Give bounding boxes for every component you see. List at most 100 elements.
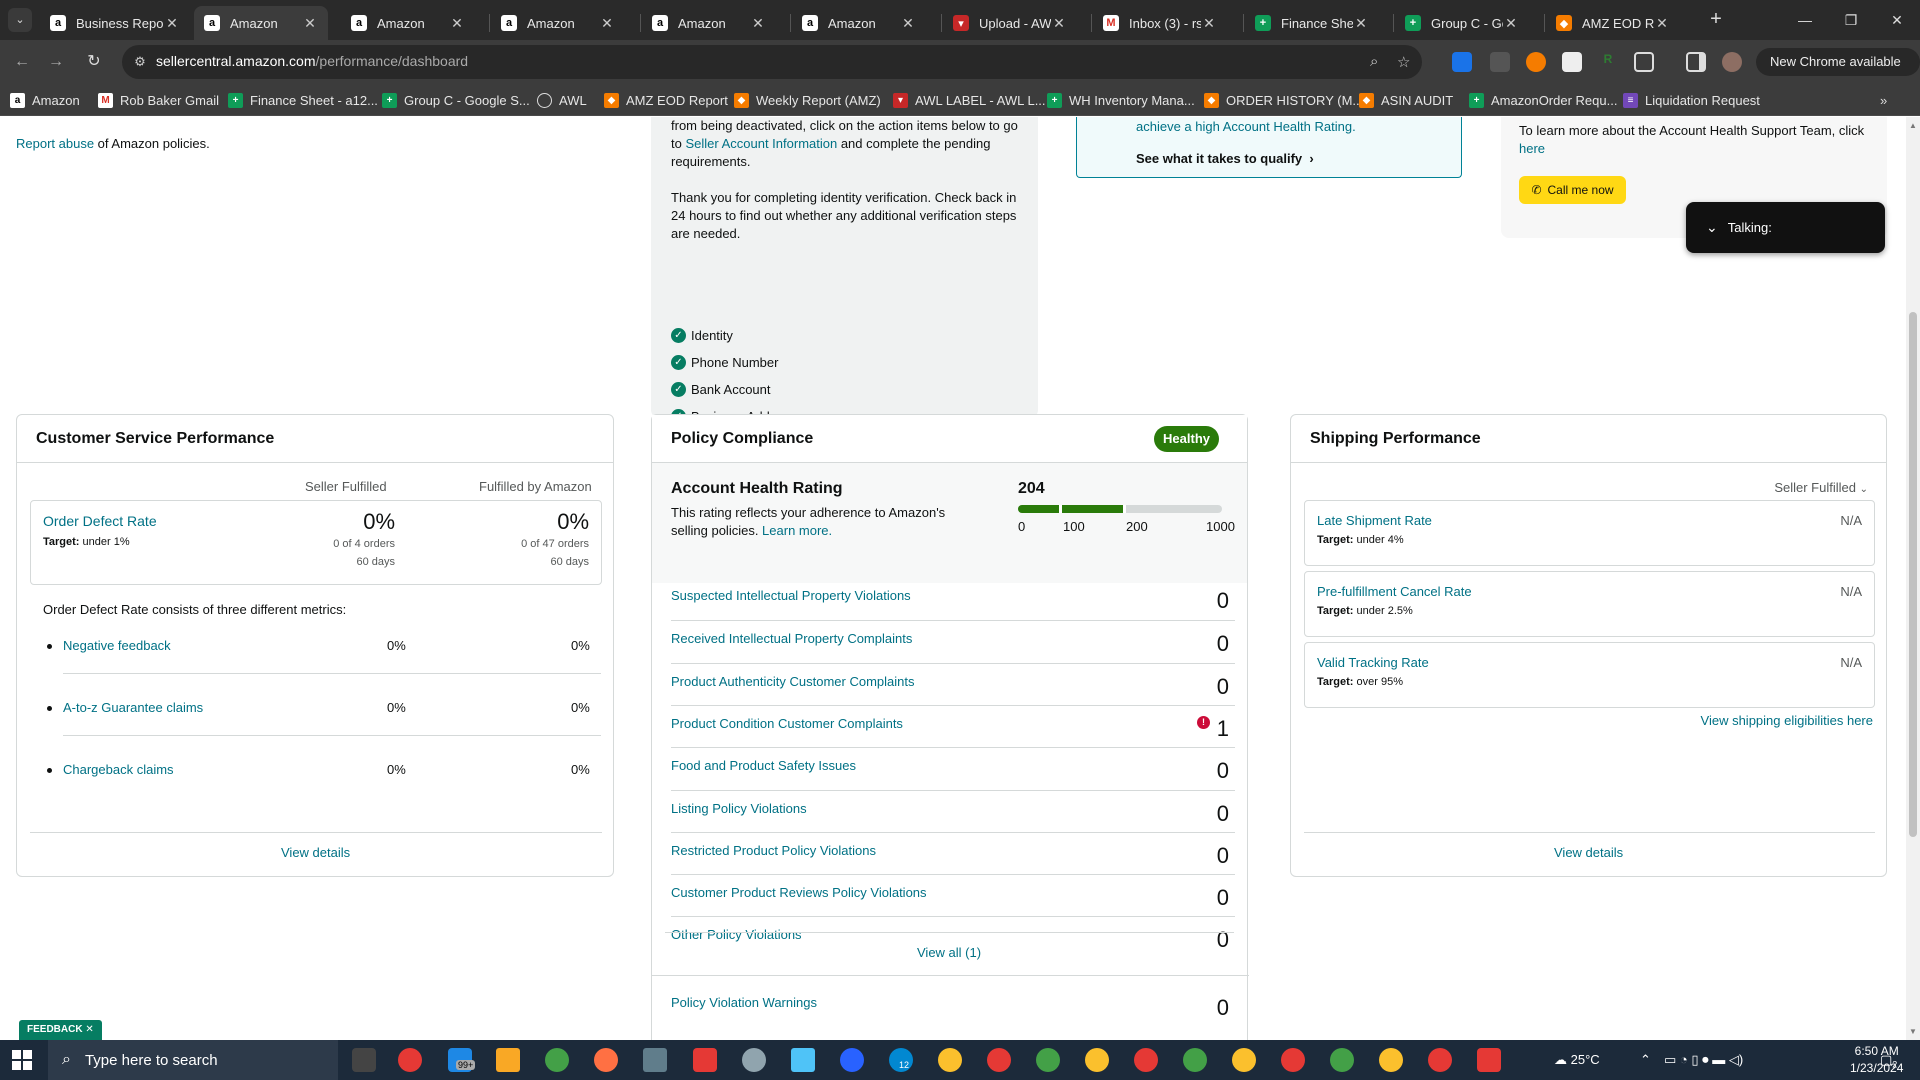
policy-link[interactable]: Food and Product Safety Issues xyxy=(671,758,856,773)
chrome-icon[interactable] xyxy=(987,1048,1011,1072)
close-tab-icon[interactable]: ✕ xyxy=(164,15,180,32)
new-chrome-available-button[interactable]: New Chrome available ⋮ xyxy=(1756,48,1920,97)
fulfillment-filter-dropdown[interactable]: Seller Fulfilled ⌄ xyxy=(1774,480,1868,495)
feedback-button[interactable]: FEEDBACK ✕ xyxy=(19,1020,102,1040)
close-tab-icon[interactable]: ✕ xyxy=(1654,15,1670,32)
metric-link[interactable]: Chargeback claims xyxy=(63,762,174,777)
new-tab-button[interactable]: + xyxy=(1704,8,1728,32)
see-what-it-takes-link[interactable]: See what it takes to qualify › xyxy=(1136,151,1314,166)
policy-link[interactable]: Listing Policy Violations xyxy=(671,801,807,816)
support-here-link[interactable]: here xyxy=(1519,141,1545,156)
browser-tab[interactable]: a Amazon ✕ xyxy=(194,6,328,40)
close-icon[interactable]: ✕ xyxy=(85,1024,93,1035)
reload-icon[interactable]: ↻ xyxy=(82,50,106,74)
chrome-icon[interactable] xyxy=(1428,1048,1452,1072)
file-explorer-icon[interactable] xyxy=(496,1048,520,1072)
extension-icon[interactable]: R xyxy=(1598,52,1618,72)
shipping-metric-link[interactable]: Valid Tracking Rate xyxy=(1317,655,1429,670)
metric-link[interactable]: Negative feedback xyxy=(63,638,171,653)
windows-start-icon[interactable] xyxy=(12,1050,32,1070)
browser-tab[interactable]: ▾ Upload - AWL L✕ xyxy=(943,6,1077,40)
policy-warnings-link[interactable]: Policy Violation Warnings xyxy=(671,995,817,1010)
site-info-icon[interactable]: ⚙ xyxy=(132,54,148,70)
bookmark-star-icon[interactable]: ☆ xyxy=(1397,53,1410,71)
browser-tab[interactable]: + Group C - Goo✕ xyxy=(1395,6,1529,40)
bookmark-item[interactable]: ▾ AWL LABEL - AWL L... xyxy=(893,91,1046,109)
browser-tab[interactable]: a Amazon ✕ xyxy=(341,6,475,40)
address-bar[interactable]: ⚙ sellercentral.amazon.com/performance/d… xyxy=(122,45,1422,79)
page-scrollbar[interactable]: ▲ ▼ xyxy=(1906,117,1920,1040)
chrome-icon[interactable] xyxy=(1330,1048,1354,1072)
policy-link[interactable]: Restricted Product Policy Violations xyxy=(671,843,876,858)
tray-chevron-icon[interactable]: ⌃ xyxy=(1640,1052,1651,1068)
extension-icon[interactable] xyxy=(1490,52,1510,72)
edge-icon[interactable]: 12 xyxy=(889,1048,913,1072)
chrome-icon[interactable] xyxy=(1183,1048,1207,1072)
bookmark-item[interactable]: AWL xyxy=(537,91,587,109)
bookmark-item[interactable]: ◆ Weekly Report (AMZ) xyxy=(734,91,881,109)
chrome-icon[interactable] xyxy=(1036,1048,1060,1072)
close-tab-icon[interactable]: ✕ xyxy=(302,15,318,32)
learn-more-link[interactable]: Learn more. xyxy=(762,523,832,538)
shipping-eligibilities-link[interactable]: View shipping eligibilities here xyxy=(1701,713,1873,728)
zoom-app-icon[interactable] xyxy=(840,1048,864,1072)
restore-button[interactable]: ❐ xyxy=(1828,0,1874,40)
minimize-button[interactable]: — xyxy=(1782,0,1828,40)
mail-icon[interactable]: 99+ xyxy=(448,1048,476,1072)
bookmark-item[interactable]: + Finance Sheet - a12... xyxy=(228,91,378,109)
chrome-icon[interactable] xyxy=(1379,1048,1403,1072)
bookmark-item[interactable]: + Group C - Google S... xyxy=(382,91,530,109)
close-window-button[interactable]: ✕ xyxy=(1874,0,1920,40)
app-icon[interactable] xyxy=(545,1048,569,1072)
metric-link[interactable]: A-to-z Guarantee claims xyxy=(63,700,203,715)
policy-link[interactable]: Received Intellectual Property Complaint… xyxy=(671,631,912,646)
close-tab-icon[interactable]: ✕ xyxy=(1201,15,1217,32)
app-icon[interactable] xyxy=(742,1048,766,1072)
bookmark-item[interactable]: ◆ ORDER HISTORY (M... xyxy=(1204,91,1363,109)
chrome-icon[interactable] xyxy=(1085,1048,1109,1072)
close-tab-icon[interactable]: ✕ xyxy=(900,15,916,32)
taskbar-search-box[interactable]: ⌕ Type here to search xyxy=(48,1040,338,1080)
view-all-link[interactable]: View all (1) xyxy=(917,945,981,960)
call-me-now-button[interactable]: ✆ Call me now xyxy=(1519,176,1626,204)
chrome-icon[interactable] xyxy=(1281,1048,1305,1072)
scroll-up-icon[interactable]: ▲ xyxy=(1909,121,1917,130)
zoom-icon[interactable]: ⌕ xyxy=(1370,53,1378,70)
bookmarks-overflow-icon[interactable]: » xyxy=(1880,91,1887,109)
bookmark-item[interactable]: ◆ AMZ EOD Report xyxy=(604,91,728,109)
notifications-icon[interactable]: ▢2 xyxy=(1880,1052,1897,1070)
policy-link[interactable]: Suspected Intellectual Property Violatio… xyxy=(671,588,911,603)
chrome-icon[interactable] xyxy=(1134,1048,1158,1072)
shipping-view-details-link[interactable]: View details xyxy=(1554,845,1623,860)
bookmark-item[interactable]: ≡ Liquidation Request xyxy=(1623,91,1760,109)
bookmark-item[interactable]: a Amazon xyxy=(10,91,80,109)
report-abuse-link[interactable]: Report abuse xyxy=(16,136,94,151)
wps-icon[interactable] xyxy=(693,1048,717,1072)
profile-avatar[interactable] xyxy=(1722,52,1742,72)
browser-tab[interactable]: a Amazon ✕ xyxy=(642,6,776,40)
scroll-down-icon[interactable]: ▼ xyxy=(1909,1027,1917,1036)
scrollbar-thumb[interactable] xyxy=(1909,312,1917,837)
forward-icon[interactable]: → xyxy=(44,50,68,74)
browser-tab[interactable]: + Finance Sheet -✕ xyxy=(1245,6,1379,40)
close-tab-icon[interactable]: ✕ xyxy=(449,15,465,32)
app-icon[interactable] xyxy=(1477,1048,1501,1072)
close-tab-icon[interactable]: ✕ xyxy=(1353,15,1369,32)
calculator-icon[interactable] xyxy=(643,1048,667,1072)
policy-link[interactable]: Product Condition Customer Complaints xyxy=(671,716,903,731)
extensions-puzzle-icon[interactable] xyxy=(1634,52,1654,72)
task-view-icon[interactable] xyxy=(352,1048,376,1072)
weather-icon[interactable]: ☁ 25°C xyxy=(1554,1052,1600,1068)
extension-icon[interactable] xyxy=(1452,52,1472,72)
chrome-icon[interactable] xyxy=(938,1048,962,1072)
tab-search-button[interactable]: ⌄ xyxy=(8,8,32,32)
policy-link[interactable]: Product Authenticity Customer Complaints xyxy=(671,674,915,689)
shipping-metric-link[interactable]: Pre-fulfillment Cancel Rate xyxy=(1317,584,1472,599)
bookmark-item[interactable]: M Rob Baker Gmail xyxy=(98,91,219,109)
shipping-metric-link[interactable]: Late Shipment Rate xyxy=(1317,513,1432,528)
notepad-icon[interactable] xyxy=(791,1048,815,1072)
talking-widget[interactable]: ⌄ Talking: xyxy=(1686,202,1885,253)
bookmark-item[interactable]: + WH Inventory Mana... xyxy=(1047,91,1195,109)
policy-link[interactable]: Customer Product Reviews Policy Violatio… xyxy=(671,885,927,900)
seller-account-info-link[interactable]: Seller Account Information xyxy=(685,136,837,151)
